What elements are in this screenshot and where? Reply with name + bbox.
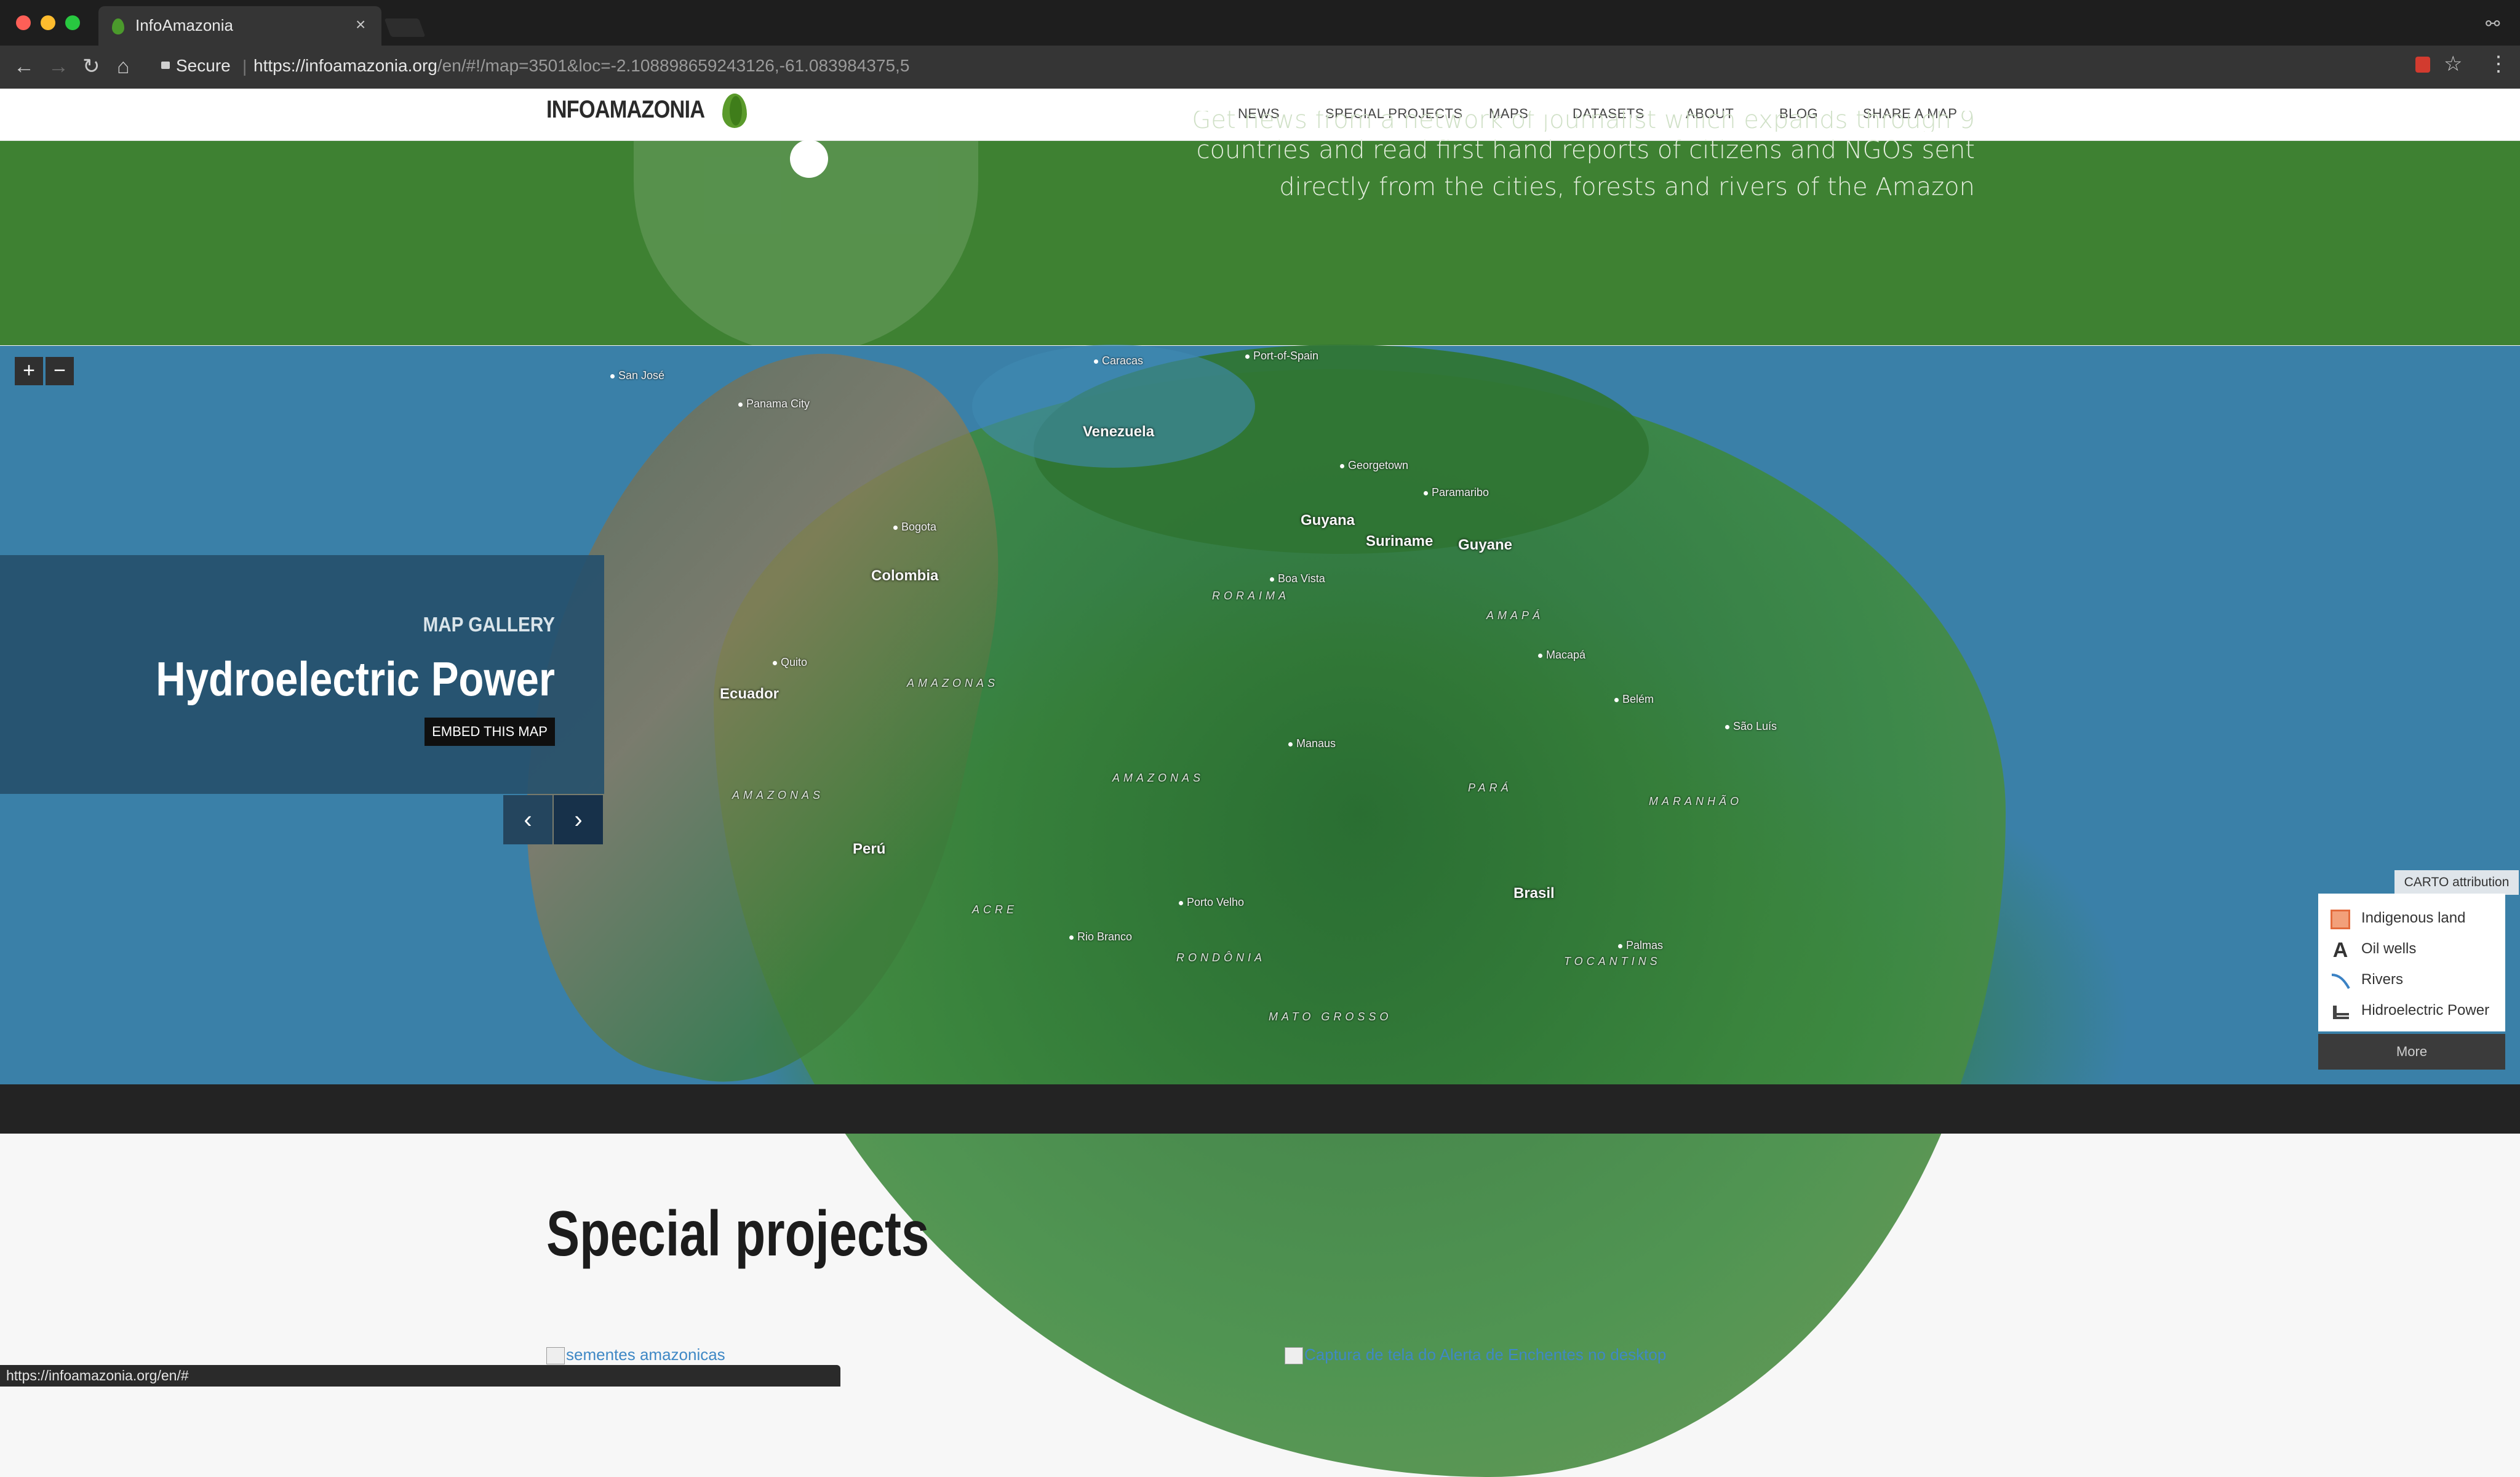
legend-label: Hidroelectric Power xyxy=(2361,1002,2490,1019)
map-country: Venezuela xyxy=(1083,423,1155,440)
map-country: Colombia xyxy=(871,567,939,584)
reload-icon[interactable]: ↻ xyxy=(82,54,100,79)
url-separator: | xyxy=(242,57,247,76)
hero-line-3: directly from the cities, forests and ri… xyxy=(1279,173,1975,201)
map-city: Quito xyxy=(773,656,807,669)
extension-icon[interactable] xyxy=(2415,57,2430,73)
zoom-in-button[interactable]: + xyxy=(15,357,43,385)
map-region: TOCANTINS xyxy=(1564,955,1661,967)
map-city: Port-of-Spain xyxy=(1245,350,1318,362)
lock-icon xyxy=(161,62,170,69)
tab-close-icon[interactable]: × xyxy=(356,15,365,34)
url-host: https://infoamazonia.org xyxy=(253,56,437,75)
hero-line-2: countries and read first hand reports of… xyxy=(1196,136,1975,164)
map-country: Suriname xyxy=(1366,533,1433,550)
map-city: Panama City xyxy=(738,398,810,410)
maximize-window-button[interactable] xyxy=(65,15,80,30)
map-country: Guyane xyxy=(1458,537,1513,553)
secure-label: Secure xyxy=(176,56,231,75)
chevron-left-icon: ‹ xyxy=(524,806,532,833)
project-image-sementes[interactable]: sementes amazonicas xyxy=(546,1345,725,1364)
new-tab-button[interactable] xyxy=(384,18,426,37)
map-region: AMAZONAS xyxy=(1112,772,1205,784)
chevron-right-icon: › xyxy=(574,806,583,833)
map-city: San José xyxy=(610,369,664,382)
url-path: /en/#!/map=3501&loc=-2.108898659243126,-… xyxy=(437,56,910,75)
map-country: Guyana xyxy=(1301,512,1355,529)
map-region: AMAZONAS xyxy=(732,789,824,801)
map-region: PARÁ xyxy=(1468,782,1512,794)
map-city: Caracas xyxy=(1094,354,1143,367)
legend-more-button[interactable]: More xyxy=(2318,1034,2505,1070)
next-map-button[interactable]: › xyxy=(554,795,603,844)
legend-label: Oil wells xyxy=(2361,940,2417,957)
close-window-button[interactable] xyxy=(16,15,31,30)
map-country: Perú xyxy=(853,841,886,857)
hero-line-1: Get news from a network of journalist wh… xyxy=(1192,111,1975,132)
carto-attribution[interactable]: CARTO attribution xyxy=(2394,870,2519,895)
indigenous-land-swatch-icon xyxy=(2331,910,2350,929)
map-region: MARANHÃO xyxy=(1649,795,1743,807)
hero-dot-graphic xyxy=(790,140,828,178)
incognito-icon: ⚯ xyxy=(2486,14,2500,33)
map-city: Bogota xyxy=(893,521,936,534)
river-line-icon xyxy=(2331,971,2350,991)
bookmark-star-icon[interactable]: ☆ xyxy=(2444,52,2462,76)
map-city: Georgetown xyxy=(1340,459,1408,472)
map-city: São Luís xyxy=(1725,720,1777,733)
map-city: Porto Velho xyxy=(1179,896,1244,909)
browser-status-bar: https://infoamazonia.org/en/# xyxy=(0,1365,840,1387)
url-text[interactable]: https://infoamazonia.org/en/#!/map=3501&… xyxy=(253,56,909,76)
map-city: Palmas xyxy=(1618,939,1663,952)
home-icon[interactable]: ⌂ xyxy=(117,54,130,79)
map-city: Macapá xyxy=(1538,649,1585,662)
map-gallery-title: Hydroelectric Power xyxy=(156,652,555,706)
section-divider xyxy=(0,1084,2520,1134)
forward-arrow-icon[interactable]: → xyxy=(48,54,69,79)
tab-title: InfoAmazonia xyxy=(135,16,233,34)
map-city: Boa Vista xyxy=(1270,572,1325,585)
embed-map-button[interactable]: EMBED THIS MAP xyxy=(425,718,555,746)
map-region: RORAIMA xyxy=(1212,590,1290,602)
project-image-alerta-enchentes[interactable]: Captura de tela do Alerta de Enchentes n… xyxy=(1285,1345,1666,1364)
dam-icon xyxy=(2331,1002,2350,1022)
map-city: Rio Branco xyxy=(1069,931,1132,943)
map-region: MATO GROSSO xyxy=(1269,1011,1392,1023)
previous-map-button[interactable]: ‹ xyxy=(503,795,552,844)
hero-description: Get news from a network of journalist wh… xyxy=(1169,111,1975,206)
map-region: AMAZONAS xyxy=(907,677,999,689)
map-region: RONDÔNIA xyxy=(1176,951,1266,964)
minimize-window-button[interactable] xyxy=(41,15,55,30)
map-city: Paramaribo xyxy=(1424,486,1489,499)
map-region: ACRE xyxy=(972,903,1018,916)
back-arrow-icon[interactable]: ← xyxy=(14,54,34,79)
oil-well-icon: A xyxy=(2332,939,2348,962)
map-country: Brasil xyxy=(1513,885,1555,902)
map-city: Manaus xyxy=(1288,737,1336,750)
map-region: AMAPÁ xyxy=(1486,609,1544,622)
map-gallery-kicker: MAP GALLERY xyxy=(423,613,555,636)
special-projects-heading: Special projects xyxy=(546,1198,930,1270)
legend-label: Rivers xyxy=(2361,971,2404,988)
leaf-favicon-icon xyxy=(112,18,124,34)
site-logo[interactable]: INFOAMAZONIA xyxy=(546,96,705,124)
leaf-logo-vein xyxy=(730,96,742,126)
map-country: Ecuador xyxy=(720,686,780,702)
map-city: Belém xyxy=(1614,693,1654,706)
legend-label: Indigenous land xyxy=(2361,910,2466,926)
browser-menu-icon[interactable]: ⋮ xyxy=(2488,52,2509,76)
zoom-out-button[interactable]: − xyxy=(46,357,74,385)
